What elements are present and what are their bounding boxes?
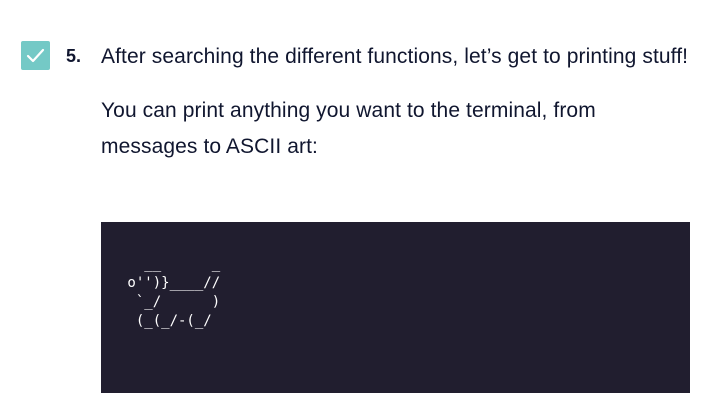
- instruction-paragraph: After searching the different functions,…: [101, 45, 689, 68]
- checkmark-icon: [26, 48, 45, 63]
- step-instructions: After searching the different functions,…: [101, 39, 691, 165]
- instruction-paragraph: You can print anything you want to the t…: [101, 99, 596, 158]
- code-block: __ _ o'')}____// `_/ ) (_(_/-(_/: [101, 222, 690, 393]
- completed-checkbox[interactable]: [21, 41, 50, 70]
- ascii-art-code: __ _ o'')}____// `_/ ) (_(_/-(_/: [127, 256, 221, 329]
- step-number: 5.: [66, 46, 82, 66]
